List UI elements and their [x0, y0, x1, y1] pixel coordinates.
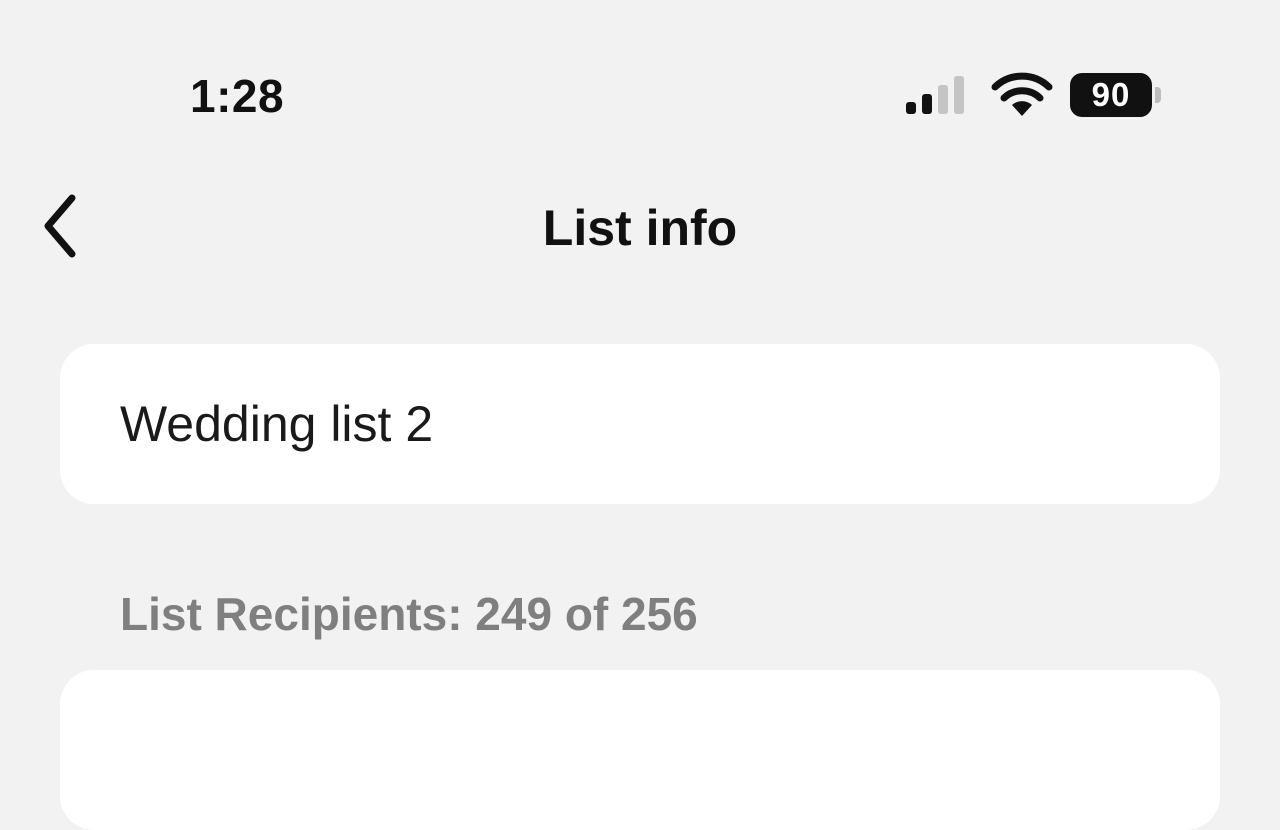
recipients-card [60, 670, 1220, 830]
status-time: 1:28 [190, 70, 285, 122]
list-info-screen: 1:28 90 List info List Recipients: 249 o… [0, 0, 1280, 830]
list-name-input[interactable] [120, 394, 1160, 454]
page-title: List info [542, 200, 738, 256]
battery-indicator: 90 [1070, 73, 1162, 117]
battery-level: 90 [1070, 73, 1152, 117]
battery-cap [1155, 87, 1161, 103]
list-recipients-label: List Recipients: 249 of 256 [120, 588, 698, 640]
cellular-signal-icon [906, 76, 964, 114]
wifi-icon [991, 72, 1053, 116]
list-name-card [60, 344, 1220, 504]
